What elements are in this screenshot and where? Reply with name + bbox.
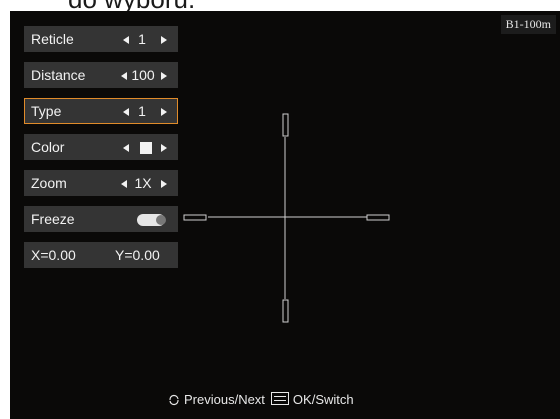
ok-switch-label: OK/Switch	[292, 392, 354, 407]
menu-item-color[interactable]: Color	[24, 134, 178, 160]
arrow-left-icon[interactable]	[123, 36, 129, 44]
menu-label: Reticle	[31, 31, 74, 47]
arrow-left-icon[interactable]	[121, 72, 127, 80]
arrow-right-icon[interactable]	[161, 180, 167, 188]
x-coordinate: X=0.00	[31, 247, 76, 263]
menu-icon	[270, 392, 289, 405]
arrow-right-icon[interactable]	[161, 144, 167, 152]
arrow-right-icon[interactable]	[161, 108, 167, 116]
y-coordinate: Y=0.00	[115, 247, 160, 263]
arrow-left-icon[interactable]	[123, 144, 129, 152]
freeze-toggle[interactable]	[137, 214, 166, 226]
menu-value: 1	[138, 31, 146, 47]
arrow-left-icon[interactable]	[121, 180, 127, 188]
menu-label: Type	[31, 103, 62, 119]
thermal-screen: B1-100m Reticle 1 Distance 100 Type 1 Co…	[10, 11, 560, 419]
arrow-right-icon[interactable]	[161, 36, 167, 44]
toggle-knob	[156, 215, 166, 225]
menu-value: 1X	[134, 175, 152, 191]
prev-next-label: Previous/Next	[184, 392, 265, 407]
menu-item-zoom[interactable]: Zoom 1X	[24, 170, 178, 196]
menu-label: Freeze	[31, 211, 75, 227]
menu-item-reticle[interactable]: Reticle 1	[24, 26, 178, 52]
arrow-right-icon[interactable]	[161, 72, 167, 80]
menu-label: Zoom	[31, 175, 67, 191]
menu-value: 1	[138, 103, 146, 119]
footer-hint: Previous/Next OK/Switch	[168, 392, 354, 407]
menu-label: Distance	[31, 67, 86, 83]
cycle-icon	[169, 394, 179, 406]
color-swatch	[140, 142, 152, 154]
menu-value: 100	[131, 67, 155, 83]
arrow-left-icon[interactable]	[123, 108, 129, 116]
menu-item-distance[interactable]: Distance 100	[24, 62, 178, 88]
menu-label: Color	[31, 139, 65, 155]
menu-item-freeze[interactable]: Freeze	[24, 206, 178, 232]
menu-item-type[interactable]: Type 1	[24, 98, 178, 124]
menu-item-coordinates: X=0.00 Y=0.00	[24, 242, 178, 268]
